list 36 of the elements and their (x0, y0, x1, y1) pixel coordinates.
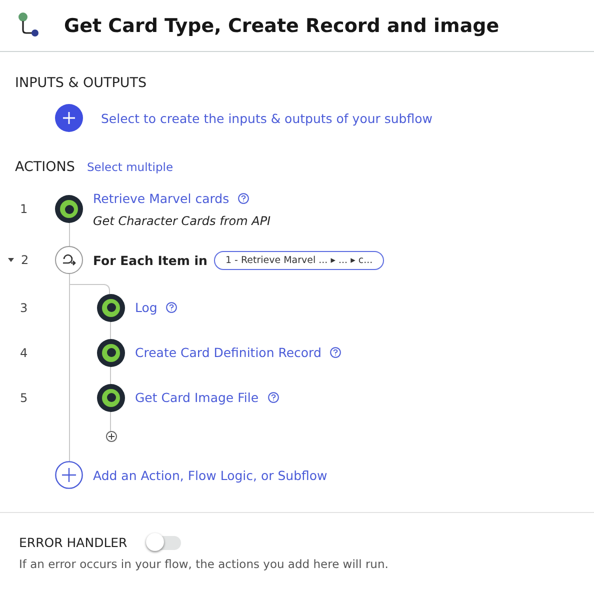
data-pill[interactable]: 1 - Retrieve Marvel ... ▸ ... ▸ c... (214, 250, 384, 270)
step-link[interactable]: Retrieve Marvel cards (93, 190, 230, 206)
create-inputs-link[interactable]: Select to create the inputs & outputs of your subflow (101, 110, 432, 126)
step-number: 2 (21, 253, 30, 267)
flow-icon (18, 12, 40, 40)
select-multiple-link[interactable]: Select multiple (86, 160, 174, 174)
help-icon[interactable] (238, 192, 250, 204)
add-icon[interactable] (55, 461, 83, 489)
error-handler-toggle[interactable] (147, 536, 182, 550)
step-number: 5 (19, 390, 29, 404)
section-heading: ACTIONS (15, 159, 75, 175)
flow-title: Get Card Type, Create Record and image (64, 14, 500, 36)
section-heading: INPUTS & OUTPUTS (15, 75, 148, 91)
step-number: 3 (19, 300, 29, 314)
add-action-link[interactable]: Add an Action, Flow Logic, or Subflow (93, 468, 328, 482)
help-icon[interactable] (330, 347, 342, 358)
error-handler-description: If an error occurs in your flow, the actions you add here will run. (19, 557, 390, 571)
help-icon[interactable] (268, 392, 279, 403)
action-icon (97, 294, 125, 322)
step-number: 4 (19, 346, 29, 360)
caret-icon[interactable] (7, 256, 15, 264)
section-heading: ERROR HANDLER (19, 535, 128, 550)
action-icon (97, 384, 125, 412)
step-link[interactable]: Get Card Image File (135, 390, 259, 405)
add-button[interactable] (55, 104, 83, 132)
action-icon (97, 338, 125, 366)
step-link[interactable]: Log (135, 300, 158, 315)
action-icon (55, 195, 83, 223)
plus-icon (62, 111, 76, 125)
add-icon[interactable] (106, 430, 116, 442)
step-number: 1 (19, 202, 29, 216)
step-description: Get Character Cards from API (93, 214, 271, 228)
loop-label: For Each Item in (93, 252, 208, 268)
help-icon[interactable] (166, 302, 178, 313)
step-link[interactable]: Create Card Definition Record (135, 345, 322, 360)
loop-icon (55, 246, 83, 274)
